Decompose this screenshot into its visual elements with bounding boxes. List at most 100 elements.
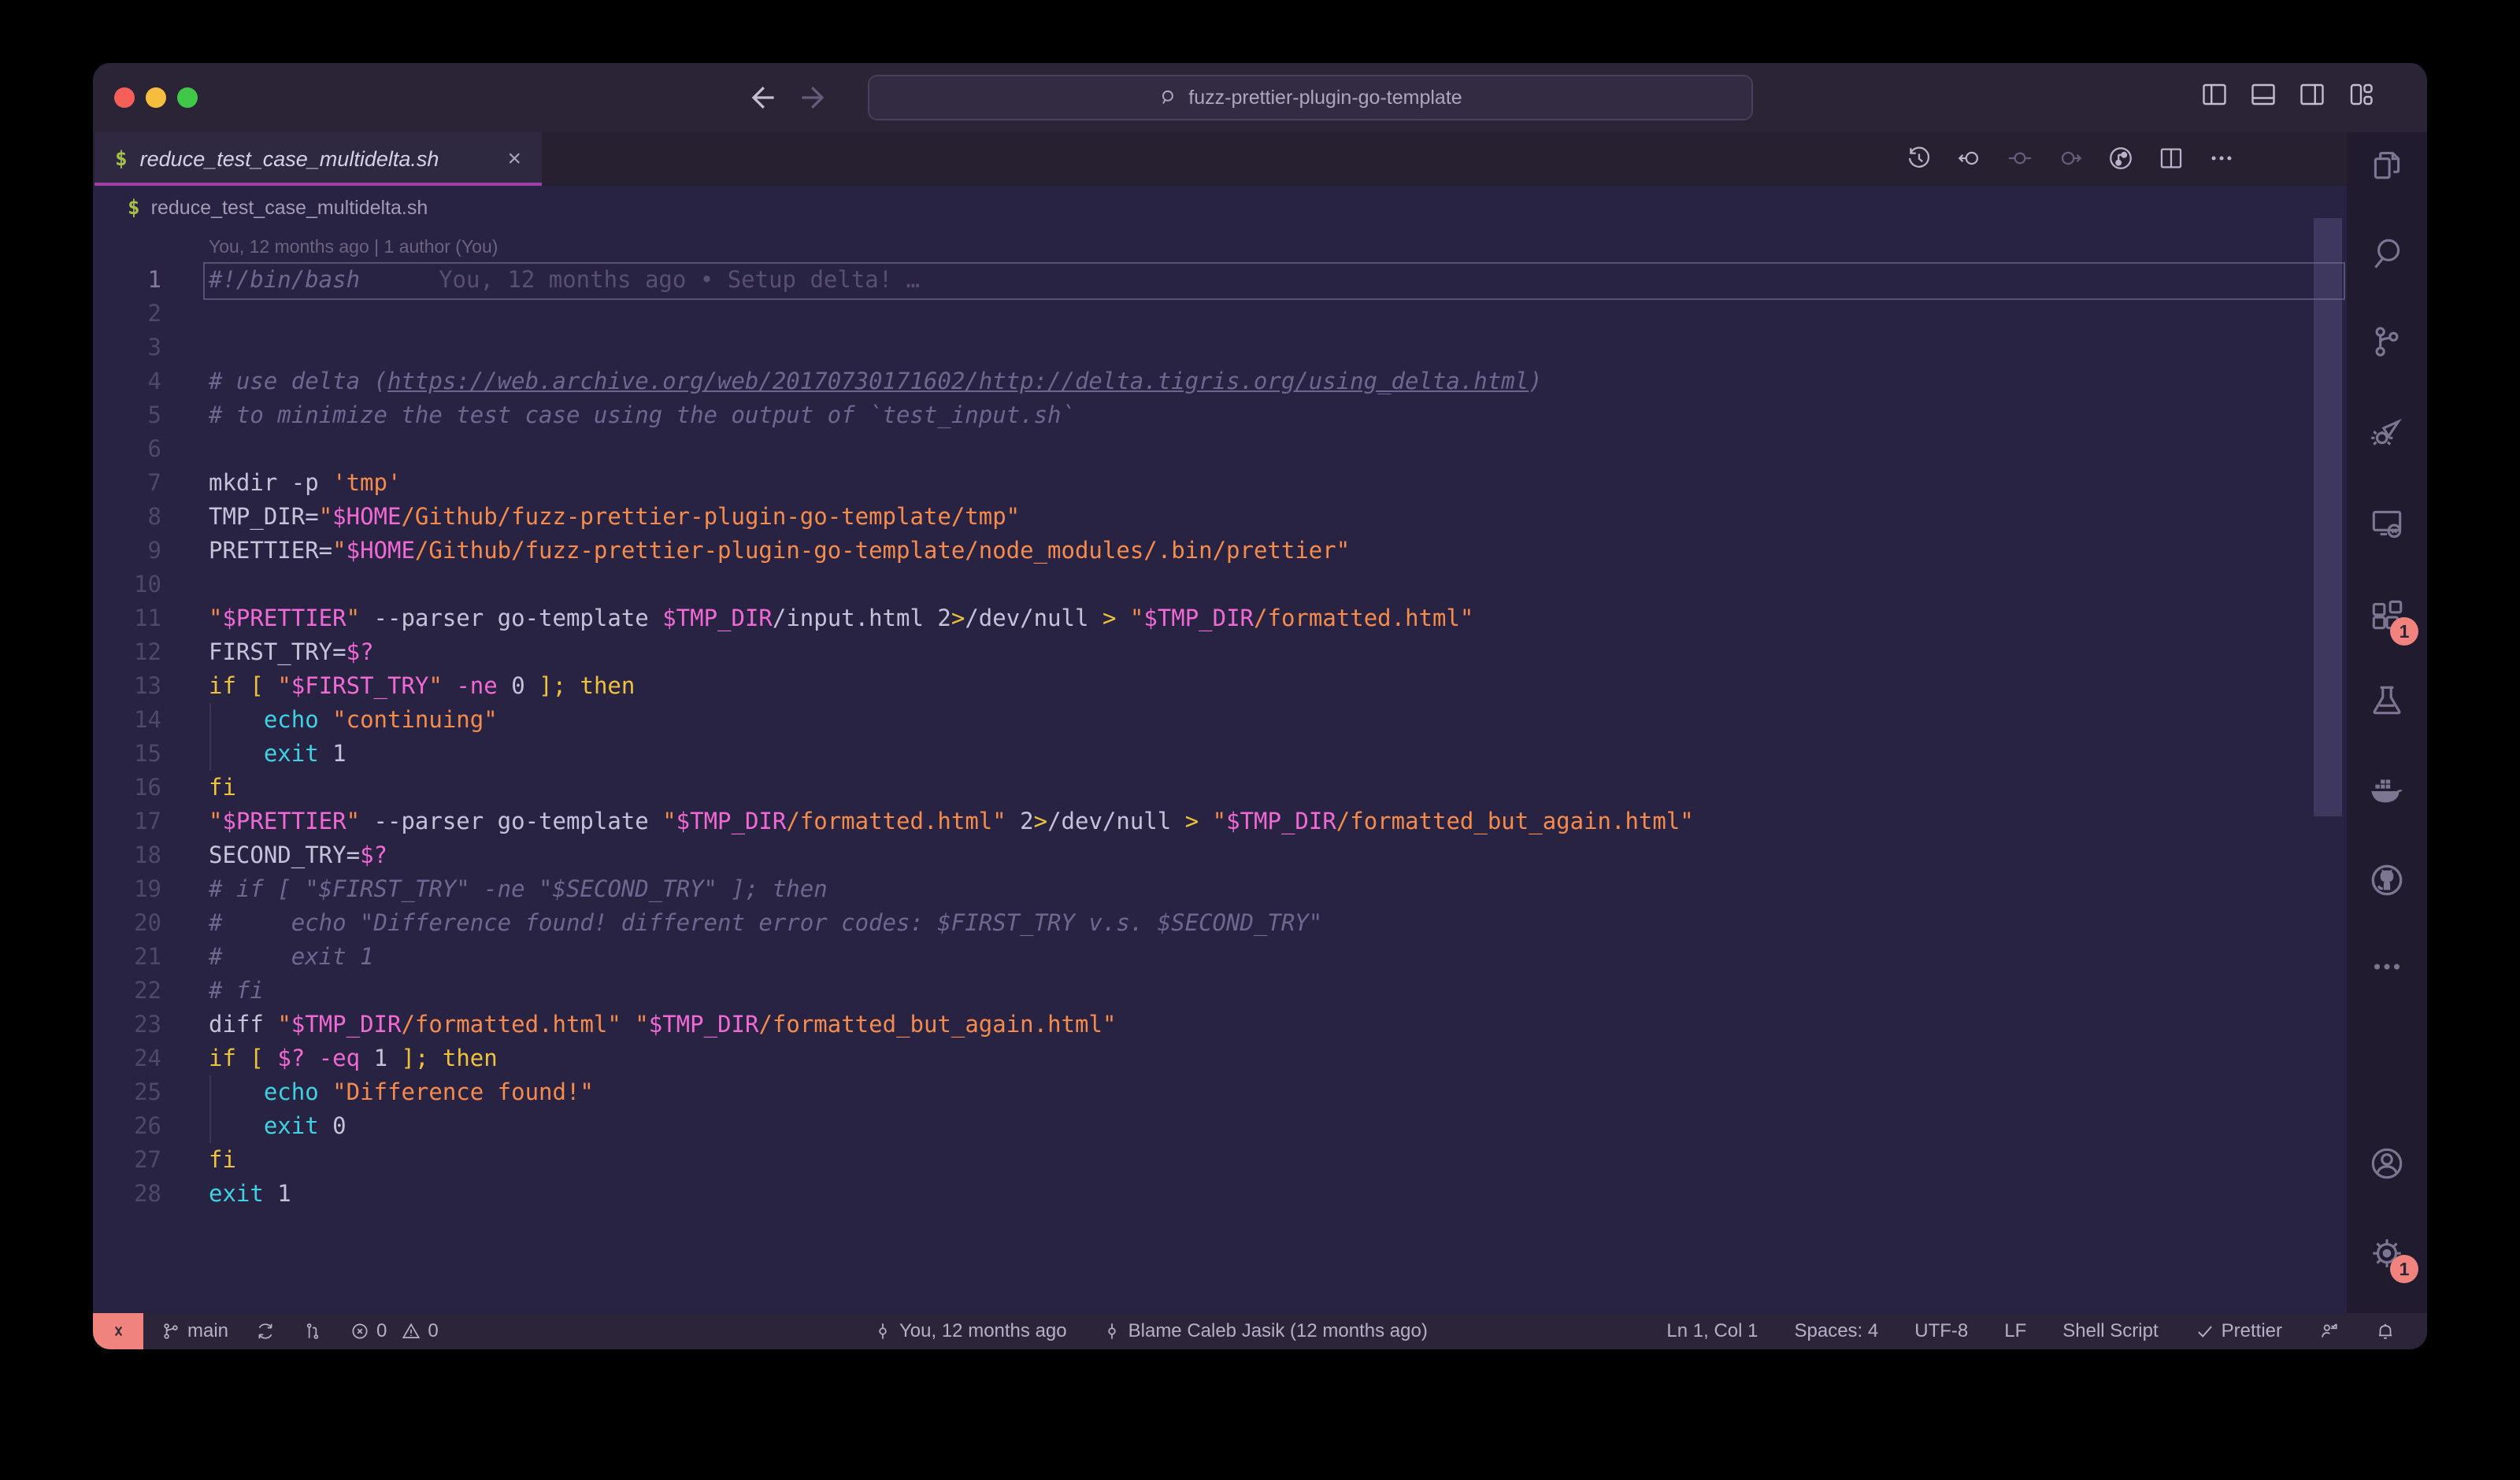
search-icon[interactable] xyxy=(2365,231,2409,276)
code-line[interactable]: 10 xyxy=(93,568,2347,601)
source-control-icon[interactable] xyxy=(2365,320,2409,364)
line-number: 6 xyxy=(93,432,161,466)
customize-layout-icon[interactable] xyxy=(2347,80,2375,109)
line-number: 1 xyxy=(93,263,161,297)
code-text: FIRST_TRY=$? xyxy=(209,635,374,669)
next-change-icon[interactable] xyxy=(2057,145,2084,172)
toggle-panel-icon[interactable] xyxy=(2249,80,2277,109)
code-text: # exit 1 xyxy=(209,940,374,974)
zoom-traffic-light[interactable] xyxy=(177,87,198,108)
code-line[interactable]: 11"$PRETTIER" --parser go-template $TMP_… xyxy=(93,601,2347,635)
previous-change-icon[interactable] xyxy=(1956,145,1983,172)
code-text: if [ "$FIRST_TRY" -ne 0 ]; then xyxy=(209,669,635,703)
eol-status[interactable]: LF xyxy=(2004,1320,2026,1342)
code-line[interactable]: 2 xyxy=(93,297,2347,331)
tab-close-icon[interactable]: × xyxy=(507,147,521,171)
breadcrumb[interactable]: $ reduce_test_case_multidelta.sh xyxy=(93,186,2347,230)
close-traffic-light[interactable] xyxy=(114,87,135,108)
tab-title: reduce_test_case_multidelta.sh xyxy=(140,147,439,172)
line-blame-status[interactable]: You, 12 months ago xyxy=(873,1320,1067,1342)
language-mode-status[interactable]: Shell Script xyxy=(2062,1320,2158,1342)
code-line[interactable]: 18SECOND_TRY=$? xyxy=(93,838,2347,872)
code-line[interactable]: 24if [ $? -eq 1 ]; then xyxy=(93,1042,2347,1075)
feedback-status[interactable] xyxy=(2318,1321,2339,1341)
toggle-primary-sidebar-icon[interactable] xyxy=(2200,80,2229,109)
line-number: 8 xyxy=(93,500,161,534)
settings-badge: 1 xyxy=(2390,1255,2418,1283)
code-line[interactable]: 19# if [ "$FIRST_TRY" -ne "$SECOND_TRY" … xyxy=(93,872,2347,906)
code-line[interactable]: 13if [ "$FIRST_TRY" -ne 0 ]; then xyxy=(93,669,2347,703)
command-center-search[interactable]: fuzz-prettier-plugin-go-template xyxy=(868,75,1753,120)
code-line[interactable]: 20# echo "Difference found! different er… xyxy=(93,906,2347,940)
code-line[interactable]: 1#!/bin/bashYou, 12 months ago • Setup d… xyxy=(93,263,2347,297)
account-icon[interactable] xyxy=(2365,1141,2409,1186)
search-icon xyxy=(1158,87,1179,108)
run-debug-icon[interactable] xyxy=(2365,409,2409,453)
formatter-status[interactable]: Prettier xyxy=(2195,1320,2282,1342)
code-line[interactable]: 12FIRST_TRY=$? xyxy=(93,635,2347,669)
github-icon[interactable] xyxy=(2365,858,2409,902)
vscode-window: fuzz-prettier-plugin-go-template $ reduc… xyxy=(93,63,2427,1349)
code-line[interactable]: 4# use delta (https://web.archive.org/we… xyxy=(93,364,2347,398)
code-line[interactable]: 9PRETTIER="$HOME/Github/fuzz-prettier-pl… xyxy=(93,534,2347,568)
explorer-files-icon[interactable] xyxy=(2365,143,2409,187)
code-lines: 1#!/bin/bashYou, 12 months ago • Setup d… xyxy=(93,263,2347,1211)
code-text: # to minimize the test case using the ou… xyxy=(209,398,1075,432)
code-line[interactable]: 25 echo "Difference found!" xyxy=(93,1075,2347,1109)
minimize-traffic-light[interactable] xyxy=(146,87,166,108)
code-line[interactable]: 7mkdir -p 'tmp' xyxy=(93,466,2347,500)
more-actions-icon[interactable] xyxy=(2208,145,2235,172)
indentation-status[interactable]: Spaces: 4 xyxy=(1795,1320,1879,1342)
branch-icon xyxy=(161,1321,181,1341)
code-line[interactable]: 8TMP_DIR="$HOME/Github/fuzz-prettier-plu… xyxy=(93,500,2347,534)
code-line[interactable]: 15 exit 1 xyxy=(93,737,2347,771)
extensions-icon[interactable]: 1 xyxy=(2365,594,2409,638)
code-line[interactable]: 21# exit 1 xyxy=(93,940,2347,974)
more-views-icon[interactable] xyxy=(2365,945,2409,989)
testing-flask-icon[interactable] xyxy=(2365,679,2409,723)
code-text: fi xyxy=(209,771,236,805)
line-number: 9 xyxy=(93,534,161,568)
compare-changes-status[interactable] xyxy=(302,1321,323,1341)
code-line[interactable]: 23diff "$TMP_DIR/formatted.html" "$TMP_D… xyxy=(93,1008,2347,1042)
cursor-position-status[interactable]: Ln 1, Col 1 xyxy=(1666,1320,1758,1342)
code-line[interactable]: 14 echo "continuing" xyxy=(93,703,2347,737)
remote-explorer-icon[interactable] xyxy=(2365,501,2409,546)
activity-bar: 1 1 xyxy=(2347,132,2427,1313)
open-changes-icon[interactable] xyxy=(2007,145,2033,172)
code-line[interactable]: 6 xyxy=(93,432,2347,466)
line-number: 16 xyxy=(93,771,161,805)
code-line[interactable]: 28exit 1 xyxy=(93,1177,2347,1211)
timeline-history-icon[interactable] xyxy=(1906,145,1933,172)
code-line[interactable]: 26 exit 0 xyxy=(93,1109,2347,1143)
docker-icon[interactable] xyxy=(2365,769,2409,813)
gitlens-code-lens[interactable]: You, 12 months ago | 1 author (You) xyxy=(93,230,2347,263)
sync-status[interactable] xyxy=(255,1321,276,1341)
code-line[interactable]: 5# to minimize the test case using the o… xyxy=(93,398,2347,432)
problems-status[interactable]: 0 0 xyxy=(350,1320,439,1342)
code-line[interactable]: 3 xyxy=(93,331,2347,364)
line-number: 4 xyxy=(93,364,161,398)
shell-file-icon: $ xyxy=(128,196,140,220)
notifications-status[interactable] xyxy=(2375,1321,2396,1341)
editor[interactable]: You, 12 months ago | 1 author (You) 1#!/… xyxy=(93,230,2347,1313)
code-line[interactable]: 22# fi xyxy=(93,974,2347,1008)
code-text: echo "continuing" xyxy=(209,703,498,737)
gitlens-graph-icon[interactable] xyxy=(2107,145,2134,172)
editor-scrollbar[interactable] xyxy=(2314,218,2342,816)
back-arrow-icon[interactable] xyxy=(745,80,780,115)
branch-status[interactable]: main xyxy=(161,1320,228,1342)
code-line[interactable]: 16 fi xyxy=(93,771,2347,805)
code-text: echo "Difference found!" xyxy=(209,1075,594,1109)
tab-reduce-test-case[interactable]: $ reduce_test_case_multidelta.sh × xyxy=(94,132,542,186)
blame-commit-status[interactable]: Blame Caleb Jasik (12 months ago) xyxy=(1102,1320,1428,1342)
code-text: exit 0 xyxy=(209,1109,346,1143)
remote-indicator[interactable] xyxy=(93,1313,143,1349)
code-line[interactable]: 27fi xyxy=(93,1143,2347,1177)
settings-gear-icon[interactable]: 1 xyxy=(2365,1231,2409,1275)
forward-arrow-icon[interactable] xyxy=(796,80,831,115)
split-editor-icon[interactable] xyxy=(2158,145,2185,172)
code-line[interactable]: 17"$PRETTIER" --parser go-template "$TMP… xyxy=(93,805,2347,838)
toggle-secondary-sidebar-icon[interactable] xyxy=(2298,80,2326,109)
encoding-status[interactable]: UTF-8 xyxy=(1914,1320,1968,1342)
